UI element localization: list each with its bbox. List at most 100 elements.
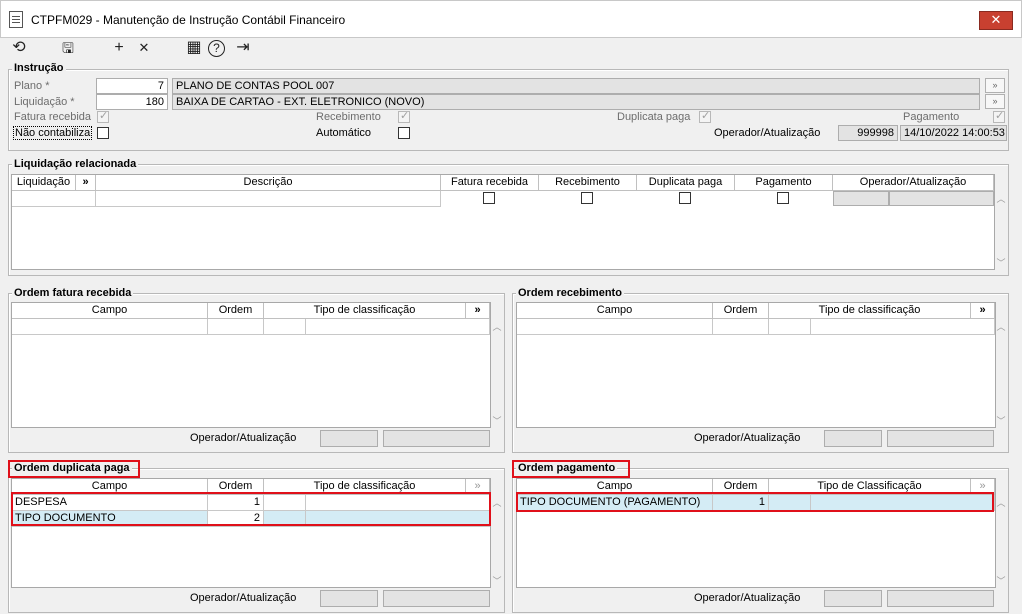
operador-label: Operador/Atualização	[694, 432, 801, 444]
campo-cell[interactable]	[517, 319, 713, 335]
plano-lookup-button[interactable]: »	[985, 78, 1005, 93]
window-title: CTPFM029 - Manutenção de Instrução Contá…	[31, 13, 346, 27]
column-header[interactable]: Fatura recebida	[441, 175, 539, 191]
ordem-cell[interactable]	[208, 319, 264, 335]
column-header[interactable]: »	[971, 303, 995, 319]
operador-value	[824, 430, 882, 447]
pagamento-checkbox[interactable]	[777, 192, 789, 204]
highlight-box	[11, 492, 491, 526]
column-header[interactable]: Recebimento	[539, 175, 637, 191]
close-button[interactable]: ✕	[979, 11, 1013, 30]
add-icon[interactable]: +	[109, 38, 129, 58]
liquidacao-cell[interactable]	[12, 191, 96, 207]
recebimento-checkbox[interactable]	[398, 109, 410, 123]
liquidacao-lookup-button[interactable]: »	[985, 94, 1005, 109]
descricao-cell[interactable]	[96, 191, 441, 207]
document-icon	[9, 11, 23, 28]
ordem-recebimento-title: Ordem recebimento	[516, 287, 624, 299]
atualizacao-value	[383, 430, 490, 447]
operador-cell	[833, 191, 889, 206]
scroll-up-icon[interactable]: ︿	[491, 320, 503, 333]
save-icon[interactable]: 🖫	[58, 38, 78, 58]
ordem-cell[interactable]	[713, 319, 769, 335]
fatura-recebida-checkbox[interactable]	[483, 192, 495, 204]
plano-label: Plano *	[14, 80, 50, 92]
highlight-box	[516, 492, 994, 512]
pagamento-label: Pagamento	[903, 111, 960, 123]
atualizacao-value	[887, 590, 994, 607]
atualizacao-value	[383, 590, 490, 607]
scroll-down-icon[interactable]: ﹀	[995, 574, 1007, 587]
liquidacao-relacionada-grid[interactable]: Liquidação » Descrição Fatura recebida R…	[11, 174, 995, 270]
scroll-up-icon[interactable]: ︿	[995, 320, 1007, 333]
column-header[interactable]: »	[76, 175, 96, 191]
operador-value	[320, 590, 378, 607]
operador-value	[824, 590, 882, 607]
scroll-down-icon[interactable]: ﹀	[491, 414, 503, 427]
plano-input[interactable]: 7	[96, 78, 168, 94]
campo-cell[interactable]	[12, 319, 208, 335]
automatico-checkbox[interactable]	[398, 127, 410, 139]
operador-value	[320, 430, 378, 447]
atualizacao-value: 14/10/2022 14:00:53	[900, 125, 1007, 141]
column-header[interactable]: »	[466, 303, 490, 319]
column-header[interactable]: Duplicata paga	[637, 175, 735, 191]
column-header[interactable]: Operador/Atualização	[833, 175, 994, 191]
operador-value: 999998	[838, 125, 898, 141]
double-chevron-icon: »	[992, 96, 998, 106]
tipo-code-cell[interactable]	[769, 319, 811, 335]
instrucao-title: Instrução	[12, 62, 66, 74]
recebimento-label: Recebimento	[316, 111, 381, 123]
automatico-label: Automático	[316, 127, 372, 139]
tipo-cell[interactable]	[306, 319, 490, 335]
plano-description: PLANO DE CONTAS POOL 007	[172, 78, 980, 94]
operador-label: Operador/Atualização	[190, 432, 297, 444]
liquidacao-description: BAIXA DE CARTAO - EXT. ELETRONICO (NOVO)	[172, 94, 980, 110]
ordem-fatura-title: Ordem fatura recebida	[12, 287, 134, 299]
column-header[interactable]: Campo	[12, 303, 208, 319]
atualizacao-value	[887, 430, 994, 447]
duplicata-paga-label: Duplicata paga	[617, 111, 691, 123]
liquidacao-relacionada-title: Liquidação relacionada	[12, 158, 139, 170]
column-header[interactable]: Campo	[517, 303, 713, 319]
scroll-down-icon[interactable]: ﹀	[995, 414, 1007, 427]
atualizacao-cell	[889, 191, 994, 206]
column-header[interactable]: Pagamento	[735, 175, 833, 191]
ordem-recebimento-grid[interactable]: Campo Ordem Tipo de classificação »	[516, 302, 996, 428]
recebimento-checkbox[interactable]	[581, 192, 593, 204]
liquidacao-label: Liquidação *	[14, 96, 75, 108]
fatura-recebida-label: Fatura recebida	[14, 111, 92, 123]
operador-label: Operador/Atualização	[714, 127, 821, 139]
highlight-box	[512, 460, 630, 478]
column-header[interactable]: Ordem	[208, 303, 264, 319]
operador-label: Operador/Atualização	[190, 592, 297, 604]
nao-contabiliza-checkbox[interactable]	[97, 127, 109, 139]
tipo-cell[interactable]	[811, 319, 995, 335]
column-header[interactable]: Tipo de classificação	[264, 303, 466, 319]
title-bar: CTPFM029 - Manutenção de Instrução Contá…	[0, 0, 1022, 38]
nao-contabiliza-label: Não contabiliza	[13, 126, 93, 140]
scroll-down-icon[interactable]: ﹀	[995, 256, 1007, 269]
duplicata-paga-checkbox[interactable]	[699, 109, 711, 123]
column-header[interactable]: Liquidação	[12, 175, 76, 191]
help-icon[interactable]: ?	[208, 40, 225, 57]
liquidacao-input[interactable]: 180	[96, 94, 168, 110]
column-header[interactable]: Descrição	[96, 175, 441, 191]
fatura-recebida-checkbox[interactable]	[97, 109, 109, 123]
delete-icon[interactable]: ✕	[134, 38, 154, 58]
scroll-up-icon[interactable]: ︿	[995, 496, 1007, 509]
pagamento-checkbox[interactable]	[993, 109, 1005, 123]
column-header[interactable]: Tipo de classificação	[769, 303, 971, 319]
scroll-up-icon[interactable]: ︿	[995, 192, 1007, 205]
tipo-code-cell[interactable]	[264, 319, 306, 335]
exit-icon[interactable]: ⇥	[233, 38, 253, 58]
refresh-icon[interactable]: ⟲	[9, 38, 29, 58]
highlight-box	[8, 460, 140, 478]
column-header[interactable]: Ordem	[713, 303, 769, 319]
ordem-fatura-grid[interactable]: Campo Ordem Tipo de classificação »	[11, 302, 491, 428]
calendar-icon[interactable]: ▦	[184, 38, 204, 58]
scroll-down-icon[interactable]: ﹀	[491, 574, 503, 587]
close-icon: ✕	[990, 12, 1002, 27]
duplicata-paga-checkbox[interactable]	[679, 192, 691, 204]
scroll-up-icon[interactable]: ︿	[491, 496, 503, 509]
